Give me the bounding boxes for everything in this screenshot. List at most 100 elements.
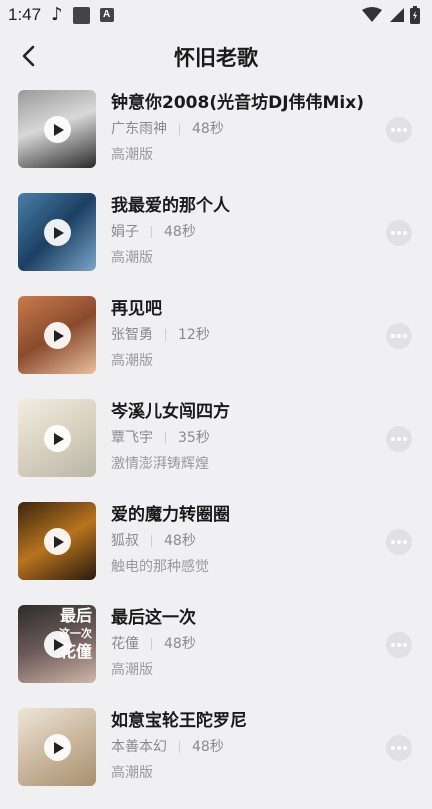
song-tag: 高潮版 xyxy=(111,662,153,678)
song-title: 最后这一次 xyxy=(111,608,196,628)
divider xyxy=(165,432,166,444)
page-title: 怀旧老歌 xyxy=(174,46,258,70)
more-button[interactable] xyxy=(386,323,412,349)
song-tag: 高潮版 xyxy=(111,765,153,781)
more-dot xyxy=(391,128,395,132)
song-tag: 激情澎湃铸辉煌 xyxy=(111,456,209,472)
battery-icon xyxy=(410,6,420,24)
play-button[interactable] xyxy=(44,528,71,555)
song-artist: 张智勇 xyxy=(111,327,153,343)
more-dot xyxy=(403,128,407,132)
cover-text-line: 最后 xyxy=(59,606,92,625)
song-duration: 48秒 xyxy=(192,121,224,137)
song-duration: 48秒 xyxy=(164,636,196,652)
song-artist: 覃飞宇 xyxy=(111,430,153,446)
play-button[interactable] xyxy=(44,734,71,761)
play-icon xyxy=(53,123,64,136)
more-dot xyxy=(397,437,401,441)
song-duration: 12秒 xyxy=(178,327,210,343)
more-button[interactable] xyxy=(386,529,412,555)
more-dot xyxy=(397,231,401,235)
song-tag: 触电的那种感觉 xyxy=(111,559,209,575)
song-duration: 48秒 xyxy=(164,224,196,240)
play-icon xyxy=(53,535,64,548)
album-cover[interactable] xyxy=(18,193,96,271)
song-tag: 高潮版 xyxy=(111,250,153,266)
a-icon: A xyxy=(99,8,114,22)
divider xyxy=(151,638,152,650)
song-tag: 高潮版 xyxy=(111,147,153,163)
signal-icon xyxy=(390,8,404,22)
more-dot xyxy=(403,746,407,750)
song-title: 如意宝轮王陀罗尼 xyxy=(111,711,247,731)
album-cover[interactable] xyxy=(18,296,96,374)
play-icon xyxy=(53,226,64,239)
song-item[interactable]: 最后 这一次 花僮 最后这一次 花僮 48秒 高潮版 xyxy=(0,603,432,706)
play-button[interactable] xyxy=(44,116,71,143)
song-artist: 花僮 xyxy=(111,636,139,652)
play-button[interactable] xyxy=(44,631,71,658)
music-note-icon: ♪ xyxy=(51,4,63,25)
song-tag: 高潮版 xyxy=(111,353,153,369)
song-item[interactable]: 我最爱的那个人 娟子 48秒 高潮版 xyxy=(0,191,432,294)
play-icon xyxy=(53,638,64,651)
more-button[interactable] xyxy=(386,735,412,761)
song-item[interactable]: 钟意你2008(光音坊DJ伟伟Mix) 广东雨神 48秒 高潮版 xyxy=(0,88,432,191)
play-button[interactable] xyxy=(44,219,71,246)
more-dot xyxy=(403,643,407,647)
song-item[interactable]: 岑溪儿女闯四方 覃飞宇 35秒 激情澎湃铸辉煌 xyxy=(0,397,432,500)
divider xyxy=(179,123,180,135)
more-dot xyxy=(391,437,395,441)
play-icon xyxy=(53,329,64,342)
song-duration: 48秒 xyxy=(164,533,196,549)
song-title: 爱的魔力转圈圈 xyxy=(111,505,230,525)
more-dot xyxy=(403,437,407,441)
header: 怀旧老歌 xyxy=(0,30,432,82)
song-artist: 本善本幻 xyxy=(111,739,167,755)
more-dot xyxy=(397,128,401,132)
play-icon xyxy=(53,432,64,445)
more-button[interactable] xyxy=(386,632,412,658)
song-duration: 48秒 xyxy=(192,739,224,755)
status-bar: 1:47 ♪ A xyxy=(0,0,432,30)
play-icon xyxy=(53,741,64,754)
play-button[interactable] xyxy=(44,322,71,349)
more-dot xyxy=(391,643,395,647)
song-title: 岑溪儿女闯四方 xyxy=(111,402,230,422)
more-button[interactable] xyxy=(386,117,412,143)
more-dot xyxy=(397,643,401,647)
more-button[interactable] xyxy=(386,426,412,452)
more-dot xyxy=(403,540,407,544)
more-dot xyxy=(391,746,395,750)
album-cover[interactable] xyxy=(18,399,96,477)
more-dot xyxy=(403,231,407,235)
status-time: 1:47 xyxy=(8,5,42,24)
album-cover[interactable] xyxy=(18,502,96,580)
more-dot xyxy=(391,231,395,235)
more-dot xyxy=(391,334,395,338)
divider xyxy=(151,535,152,547)
more-dot xyxy=(403,334,407,338)
divider xyxy=(179,741,180,753)
song-title: 我最爱的那个人 xyxy=(111,196,230,216)
song-item[interactable]: 爱的魔力转圈圈 狐叔 48秒 触电的那种感觉 xyxy=(0,500,432,603)
more-dot xyxy=(397,540,401,544)
song-title: 钟意你2008(光音坊DJ伟伟Mix) xyxy=(111,93,364,113)
song-duration: 35秒 xyxy=(178,430,210,446)
song-artist: 娟子 xyxy=(111,224,139,240)
song-title: 再见吧 xyxy=(111,299,162,319)
wifi-icon xyxy=(362,7,382,22)
song-list: 钟意你2008(光音坊DJ伟伟Mix) 广东雨神 48秒 高潮版 我最爱的那个人 … xyxy=(0,88,432,809)
more-dot xyxy=(391,540,395,544)
divider xyxy=(165,329,166,341)
song-item[interactable]: 再见吧 张智勇 12秒 高潮版 xyxy=(0,294,432,397)
album-cover[interactable] xyxy=(18,708,96,786)
square-icon xyxy=(72,6,90,24)
album-cover[interactable] xyxy=(18,90,96,168)
song-artist: 狐叔 xyxy=(111,533,139,549)
divider xyxy=(151,226,152,238)
more-button[interactable] xyxy=(386,220,412,246)
play-button[interactable] xyxy=(44,425,71,452)
song-item[interactable]: 如意宝轮王陀罗尼 本善本幻 48秒 高潮版 xyxy=(0,706,432,809)
album-cover[interactable]: 最后 这一次 花僮 xyxy=(18,605,96,683)
